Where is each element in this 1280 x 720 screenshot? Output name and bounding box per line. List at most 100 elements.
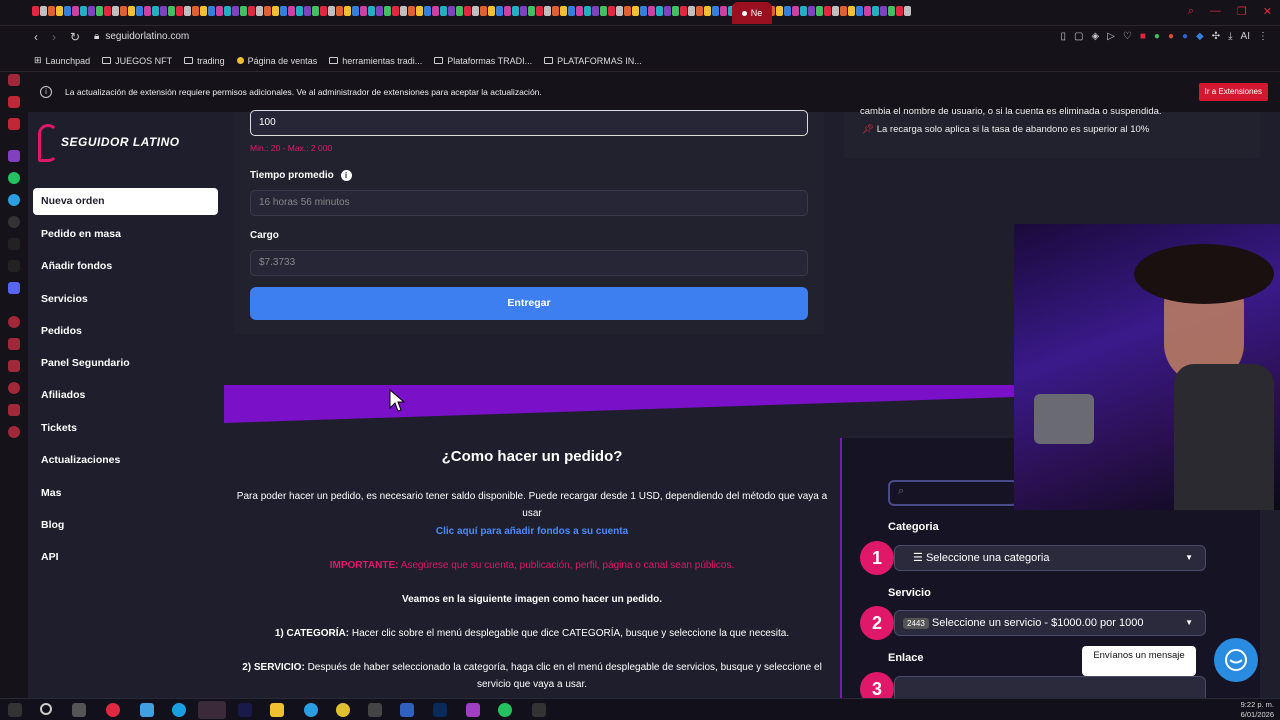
tab-favicon-icon[interactable]	[176, 6, 183, 16]
tab-favicon-icon[interactable]	[792, 6, 799, 16]
submit-order-button[interactable]: Entregar	[250, 287, 808, 320]
tab-favicon-icon[interactable]	[400, 6, 407, 16]
tab-favicon-icon[interactable]	[552, 6, 559, 16]
tab-favicon-icon[interactable]	[616, 6, 623, 16]
tab-favicon-icon[interactable]	[168, 6, 175, 16]
tab-favicon-icon[interactable]	[416, 6, 423, 16]
tab-favicon-icon[interactable]	[88, 6, 95, 16]
maximize-icon[interactable]: ❐	[1237, 5, 1247, 18]
messenger-icon[interactable]	[8, 216, 20, 228]
info-icon[interactable]: i	[340, 170, 352, 181]
tab-favicon-icon[interactable]	[688, 6, 695, 16]
puzzle-icon[interactable]: ✣	[1212, 31, 1220, 42]
back-icon[interactable]: ‹	[34, 30, 38, 44]
tab-favicon-icon[interactable]	[312, 6, 319, 16]
tab-favicon-icon[interactable]	[408, 6, 415, 16]
photoshop-icon[interactable]	[433, 703, 447, 717]
tab-favicon-icon[interactable]	[248, 6, 255, 16]
tab-favicon-icon[interactable]	[824, 6, 831, 16]
tab-favicon-icon[interactable]	[32, 6, 39, 16]
sidebar-app-icon[interactable]	[8, 118, 20, 130]
telegram-icon[interactable]	[8, 194, 20, 206]
edge-icon[interactable]	[172, 703, 186, 717]
tab-favicon-icon[interactable]	[160, 6, 167, 16]
tab-favicon-icon[interactable]	[832, 6, 839, 16]
tab-favicon-icon[interactable]	[560, 6, 567, 16]
tab-favicon-icon[interactable]	[456, 6, 463, 16]
nav-affiliates[interactable]: Afiliados	[33, 382, 218, 409]
bookmark-folder[interactable]: JUEGOS NFT	[102, 56, 172, 66]
nav-tickets[interactable]: Tickets	[33, 415, 218, 442]
tab-favicon-icon[interactable]	[320, 6, 327, 16]
site-logo[interactable]: SEGUIDOR LATINO	[38, 120, 208, 164]
tab-favicon-icon[interactable]	[568, 6, 575, 16]
tab-favicon-icon[interactable]	[496, 6, 503, 16]
nav-child-panel[interactable]: Panel Segundario	[33, 350, 218, 377]
tab-favicon-icon[interactable]	[136, 6, 143, 16]
chrome-icon[interactable]	[336, 703, 350, 717]
tab-favicon-icon[interactable]	[648, 6, 655, 16]
file-explorer-icon[interactable]	[270, 703, 284, 717]
task-view-icon[interactable]	[72, 703, 86, 717]
tab-favicon-icon[interactable]	[856, 6, 863, 16]
forward-icon[interactable]: ›	[52, 30, 56, 44]
whatsapp-icon[interactable]	[8, 172, 20, 184]
tab-favicon-icon[interactable]	[432, 6, 439, 16]
tab-favicon-icon[interactable]	[808, 6, 815, 16]
tab-favicon-icon[interactable]	[384, 6, 391, 16]
sidebar-app-icon[interactable]	[8, 316, 20, 328]
windows-start-icon[interactable]	[8, 703, 22, 717]
sidebar-app-icon[interactable]	[8, 338, 20, 350]
tab-favicon-icon[interactable]	[152, 6, 159, 16]
tab-favicon-icon[interactable]	[112, 6, 119, 16]
whatsapp-icon[interactable]	[498, 703, 512, 717]
copilot-icon[interactable]	[140, 703, 154, 717]
chat-button[interactable]	[1214, 638, 1258, 682]
tab-favicon-icon[interactable]	[464, 6, 471, 16]
tab-favicon-icon[interactable]	[720, 6, 727, 16]
tab-favicon-icon[interactable]	[672, 6, 679, 16]
extension-icon[interactable]: ◆	[1196, 31, 1204, 42]
tab-favicon-icon[interactable]	[512, 6, 519, 16]
tab-favicon-icon[interactable]	[632, 6, 639, 16]
tab-favicon-icon[interactable]	[424, 6, 431, 16]
tab-favicon-icon[interactable]	[472, 6, 479, 16]
tab-favicon-icon[interactable]	[624, 6, 631, 16]
tab-favicon-icon[interactable]	[288, 6, 295, 16]
active-tab[interactable]: Ne	[732, 2, 772, 24]
tab-favicon-icon[interactable]	[848, 6, 855, 16]
tab-favicon-icon[interactable]	[888, 6, 895, 16]
tab-favicon-icon[interactable]	[872, 6, 879, 16]
close-icon[interactable]: ✕	[1263, 5, 1272, 18]
nav-api[interactable]: API	[33, 544, 218, 571]
tab-favicon-icon[interactable]	[376, 6, 383, 16]
ai-button[interactable]: AI	[1241, 31, 1250, 42]
tab-favicon-icon[interactable]	[488, 6, 495, 16]
sidebar-app-icon[interactable]	[8, 96, 20, 108]
app-icon[interactable]	[400, 703, 414, 717]
tab-favicon-icon[interactable]	[576, 6, 583, 16]
tab-favicon-icon[interactable]	[344, 6, 351, 16]
tab-favicon-icon[interactable]	[368, 6, 375, 16]
tab-favicon-icon[interactable]	[520, 6, 527, 16]
tab-favicon-icon[interactable]	[328, 6, 335, 16]
download-icon[interactable]: ⤓	[1228, 31, 1232, 42]
tab-favicon-icon[interactable]	[584, 6, 591, 16]
bookmark-folder[interactable]: trading	[184, 56, 225, 66]
tab-favicon-icon[interactable]	[304, 6, 311, 16]
tab-favicon-icon[interactable]	[680, 6, 687, 16]
tab-favicon-icon[interactable]	[40, 6, 47, 16]
tab-favicon-icon[interactable]	[392, 6, 399, 16]
tab-favicon-icon[interactable]	[360, 6, 367, 16]
nav-mass-order[interactable]: Pedido en masa	[33, 221, 218, 248]
add-funds-link[interactable]: Clic aquí para añadir fondos a su cuenta	[234, 523, 830, 540]
tab-favicon-icon[interactable]	[200, 6, 207, 16]
nav-more[interactable]: Mas	[33, 480, 218, 507]
tab-favicon-icon[interactable]	[184, 6, 191, 16]
menu-icon[interactable]: ⋮	[1258, 31, 1268, 42]
bookmark-launchpad[interactable]: ⊞ Launchpad	[34, 55, 90, 66]
bookmark-folder[interactable]: herramientas tradi...	[329, 56, 422, 66]
extension-icon[interactable]: ■	[1140, 31, 1146, 42]
quantity-input[interactable]: 100	[250, 110, 808, 136]
tab-favicon-icon[interactable]	[840, 6, 847, 16]
